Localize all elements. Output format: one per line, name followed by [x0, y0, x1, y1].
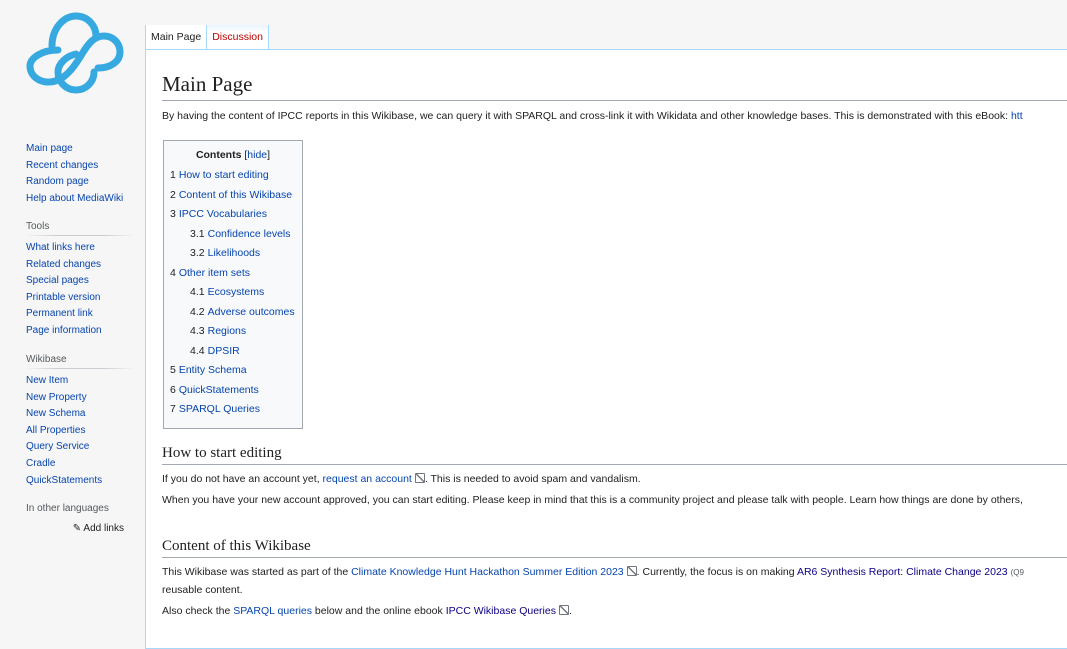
toc-item[interactable]: 2 Content of this Wikibase [170, 186, 296, 206]
toc-item[interactable]: 3.1 Confidence levels [170, 225, 296, 245]
navigation-portal: Main page Recent changes Random page Hel… [26, 141, 134, 207]
tools-printable-version[interactable]: Printable version [26, 292, 100, 303]
table-of-contents: Contents [hide] 1 How to start editing 2C… [163, 140, 303, 429]
paragraph: When you have your new account approved,… [162, 494, 1023, 506]
toc-item[interactable]: 1 How to start editing [170, 166, 296, 186]
tools-page-information[interactable]: Page information [26, 325, 102, 336]
nav-main-page[interactable]: Main page [26, 143, 73, 154]
wikibase-all-properties[interactable]: All Properties [26, 425, 85, 436]
wikibase-new-property[interactable]: New Property [26, 392, 87, 403]
toc-item[interactable]: 6 QuickStatements [170, 381, 296, 401]
content-area: Main Page By having the content of IPCC … [145, 49, 1067, 649]
tools-special-pages[interactable]: Special pages [26, 275, 89, 286]
paragraph: Also check the SPARQL queries below and … [162, 605, 572, 617]
hackathon-link[interactable]: Climate Knowledge Hunt Hackathon Summer … [351, 566, 637, 578]
tab-discussion-label: Discussion [212, 31, 263, 43]
page-tabs: Main Page Discussion [145, 25, 269, 50]
paragraph: reusable content. [162, 584, 243, 596]
tab-main-page[interactable]: Main Page [145, 25, 208, 50]
wikibase-new-schema[interactable]: New Schema [26, 408, 85, 419]
intro-link[interactable]: htt [1011, 110, 1023, 122]
wikibase-cradle[interactable]: Cradle [26, 458, 55, 469]
tools-what-links-here[interactable]: What links here [26, 242, 95, 253]
add-links-button[interactable]: ✎ Add links [26, 521, 134, 537]
site-logo[interactable] [22, 6, 126, 96]
tools-portal: Tools What links here Related changes Sp… [26, 221, 134, 340]
sparql-queries-link[interactable]: SPARQL queries [233, 605, 312, 617]
tools-permanent-link[interactable]: Permanent link [26, 308, 93, 319]
tab-main-page-label: Main Page [151, 31, 202, 43]
wikibase-quickstatements[interactable]: QuickStatements [26, 475, 102, 486]
toc-hide-link[interactable]: hide [247, 149, 267, 161]
pencil-icon: ✎ [72, 523, 82, 534]
wikibase-query-service[interactable]: Query Service [26, 441, 89, 452]
nav-random-page[interactable]: Random page [26, 176, 89, 187]
wikibase-heading: Wikibase [26, 354, 134, 369]
toc-item[interactable]: 4.4 DPSIR [170, 342, 296, 362]
tools-related-changes[interactable]: Related changes [26, 259, 101, 270]
toc-item[interactable]: 4.2 Adverse outcomes [170, 303, 296, 323]
wikibase-portal: Wikibase New Item New Property New Schem… [26, 354, 134, 489]
toc-item[interactable]: 3 IPCC Vocabularies [170, 205, 296, 225]
infinity-cloud-logo-icon [26, 12, 124, 94]
ipcc-wikibase-queries-link[interactable]: IPCC Wikibase Queries [446, 605, 569, 617]
section-heading: Content of this Wikibase [162, 536, 1067, 558]
intro-paragraph: By having the content of IPCC reports in… [162, 110, 1067, 122]
section-heading: How to start editing [162, 443, 1067, 465]
ar6-report-link[interactable]: AR6 Synthesis Report: Climate Change 202… [797, 566, 1008, 578]
section-content-of-wikibase: Content of this Wikibase This Wikibase w… [162, 536, 1067, 617]
add-links-label: Add links [83, 523, 124, 534]
wikibase-new-item[interactable]: New Item [26, 375, 68, 386]
tab-discussion[interactable]: Discussion [207, 25, 269, 50]
paragraph: If you do not have an account yet, reque… [162, 473, 641, 485]
toc-item[interactable]: 4.3 Regions [170, 322, 296, 342]
toc-item[interactable]: 7 SPARQL Queries [170, 400, 296, 420]
toc-title-text: Contents [195, 149, 242, 161]
toc-item[interactable]: 3.2 Likelihoods [170, 244, 296, 264]
toc-item[interactable]: 5 Entity Schema [170, 361, 296, 381]
languages-heading: In other languages [26, 503, 109, 514]
page-title: Main Page [162, 70, 1067, 101]
tools-heading: Tools [26, 221, 134, 236]
toc-item[interactable]: 4 Other item sets [170, 264, 296, 284]
item-id: (Q9 [1010, 568, 1024, 577]
intro-text: By having the content of IPCC reports in… [162, 110, 1011, 122]
request-account-link[interactable]: request an account [323, 473, 425, 485]
nav-help[interactable]: Help about MediaWiki [26, 193, 123, 204]
section-how-to-start-editing: How to start editing If you do not have … [162, 443, 1067, 506]
toc-list: 1 How to start editing 2 Content of this W… [170, 166, 296, 420]
nav-recent-changes[interactable]: Recent changes [26, 160, 98, 171]
paragraph: This Wikibase was started as part of the… [162, 566, 1024, 578]
toc-title: Contents [hide] [195, 149, 271, 161]
languages-portal: In other languages ✎ Add links [26, 503, 134, 537]
toc-item[interactable]: 4.1 Ecosystems [170, 283, 296, 303]
